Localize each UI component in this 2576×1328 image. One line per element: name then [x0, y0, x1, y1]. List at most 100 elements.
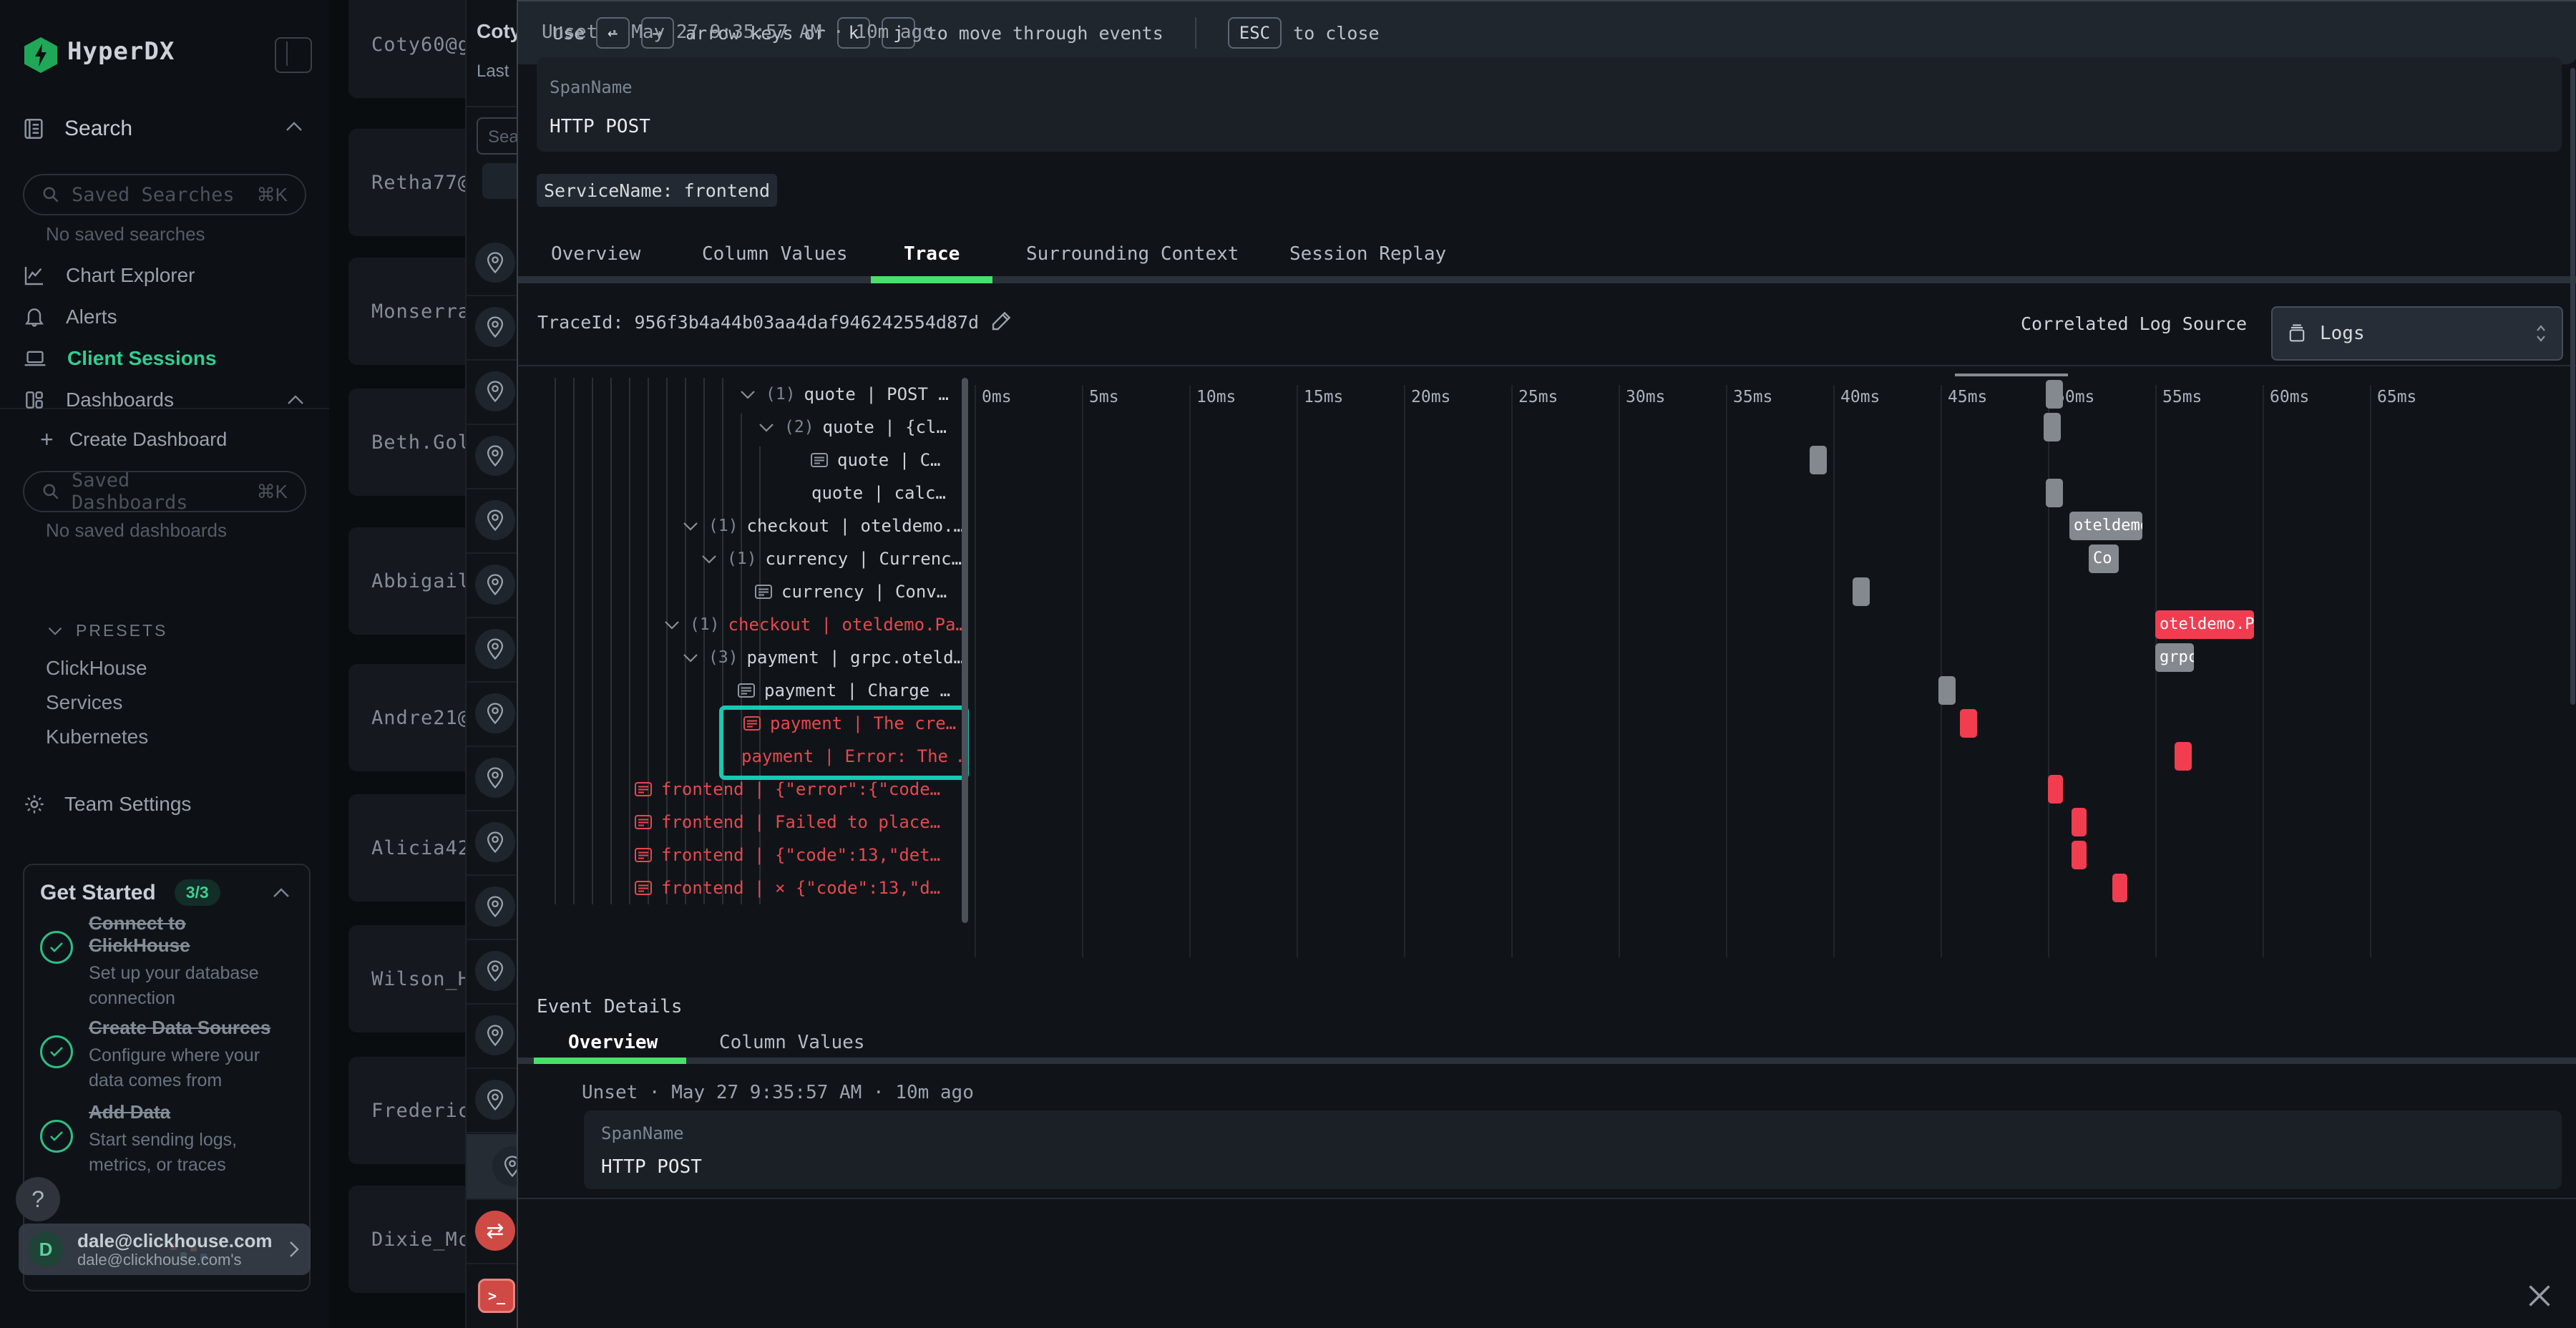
session-event-row-error[interactable]: ⇄ — [467, 1198, 518, 1264]
chevron-down-icon[interactable] — [681, 519, 700, 533]
sidebar-item-chart-explorer[interactable]: Chart Explorer — [0, 255, 329, 296]
trace-tree-row[interactable]: (2)quote | {cl… — [518, 411, 972, 444]
chevron-down-icon[interactable] — [738, 387, 757, 401]
search-section-header[interactable]: Search — [21, 114, 308, 143]
span-duration-bar[interactable] — [2112, 874, 2127, 902]
session-event-row[interactable] — [467, 1068, 518, 1133]
session-event-row-selected[interactable] — [467, 1134, 518, 1200]
span-duration-bar[interactable] — [2072, 808, 2087, 836]
drawer-scrollbar[interactable] — [2570, 68, 2575, 705]
trace-tree-row[interactable]: (1)currency | Currenc… — [518, 542, 972, 575]
session-event-row[interactable] — [467, 552, 518, 618]
tab-session-replay[interactable]: Session Replay — [1289, 243, 1446, 265]
chevron-up-icon[interactable] — [272, 887, 291, 899]
span-duration-bar[interactable] — [1938, 676, 1956, 705]
span-duration-bar[interactable] — [2046, 479, 2063, 507]
preset-item-kubernetes[interactable]: Kubernetes — [46, 726, 148, 748]
chevron-down-icon[interactable] — [757, 420, 776, 434]
session-list-item[interactable]: Monserra — [348, 258, 465, 365]
team-settings-item[interactable]: Team Settings — [23, 793, 191, 816]
session-event-row[interactable] — [467, 295, 518, 361]
tab-trace[interactable]: Trace — [904, 243, 960, 265]
span-duration-bar[interactable] — [2046, 380, 2063, 409]
create-dashboard-label: Create Dashboard — [69, 429, 228, 451]
session-event-row[interactable] — [467, 746, 518, 811]
session-event-row[interactable] — [467, 1003, 518, 1069]
sidebar-item-alerts[interactable]: Alerts — [0, 296, 329, 338]
session-event-row[interactable] — [467, 810, 518, 876]
session-list-item[interactable]: Frederic — [348, 1057, 465, 1164]
span-duration-bar[interactable] — [2044, 413, 2061, 441]
session-list-item[interactable]: Abbigail — [348, 527, 465, 635]
sidebar-item-dashboards[interactable]: Dashboards — [0, 379, 329, 421]
chevron-down-icon[interactable] — [700, 552, 718, 566]
ed-tab-column-values[interactable]: Column Values — [719, 1032, 865, 1053]
session-list-item[interactable]: Andre21@ — [348, 664, 465, 771]
span-duration-bar[interactable] — [2072, 841, 2087, 869]
trace-tree-row[interactable]: (3)payment | grpc.oteld… — [518, 641, 972, 674]
session-event-row[interactable] — [467, 424, 518, 489]
trace-tree-row[interactable]: (1)checkout | oteldemo.Pa… — [518, 608, 972, 641]
session-list-item[interactable]: Alicia42 — [348, 794, 465, 902]
ed-tab-overview[interactable]: Overview — [568, 1032, 658, 1053]
tab-column-values[interactable]: Column Values — [702, 243, 848, 265]
edit-pencil-icon[interactable] — [990, 309, 1013, 332]
saved-searches-input[interactable]: Saved Searches ⌘K — [23, 174, 306, 215]
tree-scrollbar[interactable] — [962, 378, 968, 923]
tab-overview[interactable]: Overview — [551, 243, 640, 265]
trace-tree-row[interactable]: frontend | × {"code":13,"d… — [518, 872, 972, 904]
log-source-select[interactable]: Logs — [2271, 306, 2563, 361]
session-list-item[interactable]: Dixie_Mc — [348, 1186, 465, 1293]
trace-tree-row[interactable]: currency | Conv… — [518, 575, 972, 608]
trace-tree-row[interactable]: payment | Charge … — [518, 674, 972, 707]
saved-dashboards-input[interactable]: Saved Dashboards ⌘K — [23, 471, 306, 512]
preset-item-services[interactable]: Services — [46, 691, 122, 714]
session-list-item[interactable]: Retha77@ — [348, 129, 465, 236]
span-duration-bar[interactable] — [1853, 577, 1870, 606]
preset-item-clickhouse[interactable]: ClickHouse — [46, 657, 147, 680]
service-name-chip[interactable]: ServiceName: frontend — [537, 174, 777, 207]
session-panel-button[interactable] — [482, 163, 518, 199]
help-button[interactable]: ? — [16, 1177, 60, 1221]
trace-tree-row[interactable]: frontend | {"code":13,"det… — [518, 839, 972, 872]
user-menu[interactable]: D dale@clickhouse.com dale@clickhouse.co… — [19, 1224, 311, 1275]
span-duration-bar[interactable] — [1960, 709, 1977, 738]
session-event-row[interactable] — [467, 230, 518, 296]
trace-tree-row[interactable]: (1)checkout | oteldemo.… — [518, 509, 972, 542]
session-event-row[interactable] — [467, 939, 518, 1005]
chevron-up-icon[interactable] — [285, 120, 303, 133]
session-event-row[interactable] — [467, 359, 518, 425]
timeline-minimap-indicator[interactable] — [1955, 374, 2068, 376]
trace-tree-row[interactable]: frontend | Failed to place… — [518, 806, 972, 839]
session-event-row[interactable] — [467, 681, 518, 747]
session-event-row[interactable] — [467, 488, 518, 554]
chevron-down-icon[interactable] — [681, 650, 700, 665]
session-list-item[interactable]: Wilson_H — [348, 925, 465, 1032]
sidebar-collapse-button[interactable] — [275, 37, 312, 73]
chevron-down-icon[interactable] — [663, 617, 681, 632]
trace-tree-row[interactable]: (1)quote | POST … — [518, 378, 972, 411]
create-dashboard-button[interactable]: + Create Dashboard — [40, 426, 227, 453]
span-duration-bar[interactable] — [2048, 775, 2063, 804]
sidebar-item-client-sessions[interactable]: Client Sessions — [0, 338, 329, 379]
tab-surrounding-context[interactable]: Surrounding Context — [1026, 243, 1239, 265]
chevron-up-icon[interactable] — [286, 394, 305, 406]
span-duration-bar[interactable] — [1810, 446, 1827, 474]
span-duration-bar[interactable]: grpc — [2155, 643, 2194, 672]
session-panel: Coty60@g Last Search ⇄>_ — [465, 0, 518, 1328]
span-duration-bar[interactable] — [2175, 742, 2192, 771]
session-list-item[interactable]: Beth.Gol — [348, 389, 465, 496]
presets-section-header[interactable]: PRESETS — [47, 621, 167, 640]
span-duration-bar[interactable]: Co — [2089, 545, 2119, 573]
trace-tree-row[interactable]: quote | C… — [518, 444, 972, 477]
session-event-row-terminal[interactable]: >_ — [467, 1263, 518, 1327]
session-event-row[interactable] — [467, 874, 518, 940]
session-list-item[interactable]: Coty60@g — [348, 0, 465, 98]
span-duration-bar[interactable]: oteldemo.C — [2069, 512, 2142, 540]
span-duration-bar[interactable]: oteldemo.Pay — [2155, 610, 2254, 639]
session-event-row[interactable] — [467, 617, 518, 683]
close-icon[interactable] — [2523, 1279, 2556, 1312]
esc-key[interactable]: ESC — [1228, 17, 1282, 49]
session-search-input[interactable]: Search — [477, 117, 518, 155]
trace-tree-row[interactable]: quote | calc… — [518, 477, 972, 509]
